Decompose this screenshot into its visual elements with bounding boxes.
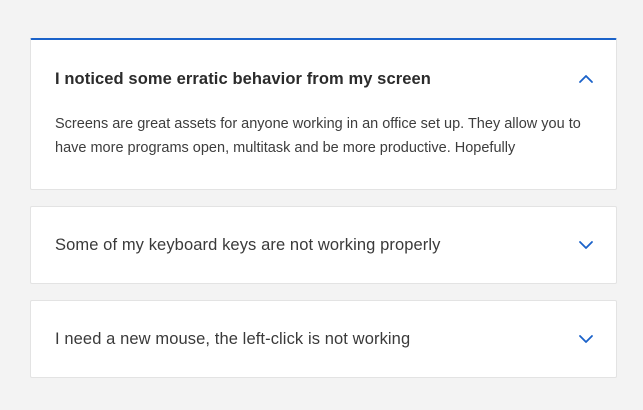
chevron-up-icon[interactable] xyxy=(578,71,594,87)
faq-item-screen-header[interactable]: I noticed some erratic behavior from my … xyxy=(31,40,616,118)
faq-item-answer: Screens are great assets for anyone work… xyxy=(55,116,581,156)
faq-accordion: I noticed some erratic behavior from my … xyxy=(30,38,617,378)
chevron-down-icon[interactable] xyxy=(578,331,594,347)
faq-item-question: I noticed some erratic behavior from my … xyxy=(55,69,431,88)
faq-item-keyboard: Some of my keyboard keys are not working… xyxy=(30,206,617,284)
faq-item-mouse-header[interactable]: I need a new mouse, the left-click is no… xyxy=(31,301,616,377)
faq-item-question: Some of my keyboard keys are not working… xyxy=(55,235,441,254)
faq-item-question: I need a new mouse, the left-click is no… xyxy=(55,329,411,348)
faq-item-screen: I noticed some erratic behavior from my … xyxy=(30,38,617,190)
faq-item-mouse: I need a new mouse, the left-click is no… xyxy=(30,300,617,378)
chevron-down-icon[interactable] xyxy=(578,237,594,253)
faq-item-keyboard-header[interactable]: Some of my keyboard keys are not working… xyxy=(31,207,616,283)
